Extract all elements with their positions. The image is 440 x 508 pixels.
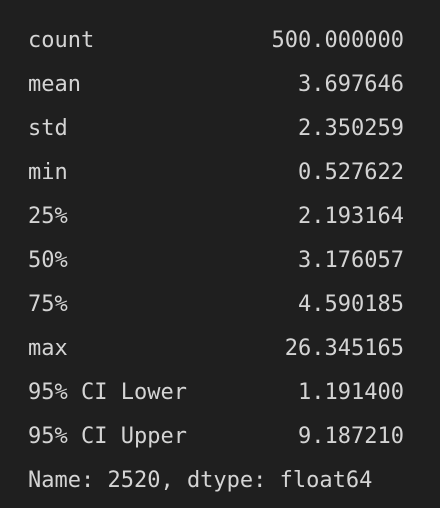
series-footer: Name: 2520, dtype: float64 <box>28 467 373 493</box>
stat-value: 3.176057 <box>298 247 404 273</box>
stat-value: 1.191400 <box>298 379 404 405</box>
stat-row-std: std 2.350259 <box>28 106 404 150</box>
stat-row-mean: mean 3.697646 <box>28 62 404 106</box>
stat-label: 95% CI Upper <box>28 423 187 449</box>
stat-label: count <box>28 27 95 53</box>
stat-value: 2.350259 <box>298 115 404 141</box>
cell-output: count 500.000000 mean 3.697646 std 2.350… <box>28 18 404 502</box>
stat-value: 500.000000 <box>271 27 404 53</box>
stat-label: 50% <box>28 247 68 273</box>
stat-label: max <box>28 335 68 361</box>
stat-label: 95% CI Lower <box>28 379 187 405</box>
stat-row-75: 75% 4.590185 <box>28 282 404 326</box>
stat-row-ci-lower: 95% CI Lower 1.191400 <box>28 370 404 414</box>
stat-row-min: min 0.527622 <box>28 150 404 194</box>
stat-label: mean <box>28 71 81 97</box>
stat-label: std <box>28 115 68 141</box>
stat-value: 26.345165 <box>284 335 404 361</box>
stat-row-max: max 26.345165 <box>28 326 404 370</box>
stat-value: 9.187210 <box>298 423 404 449</box>
stat-label: min <box>28 159 68 185</box>
stat-value: 2.193164 <box>298 203 404 229</box>
stat-value: 3.697646 <box>298 71 404 97</box>
stat-value: 4.590185 <box>298 291 404 317</box>
stat-row-ci-upper: 95% CI Upper 9.187210 <box>28 414 404 458</box>
stat-row-50: 50% 3.176057 <box>28 238 404 282</box>
stat-row-25: 25% 2.193164 <box>28 194 404 238</box>
stat-label: 75% <box>28 291 68 317</box>
stat-row-count: count 500.000000 <box>28 18 404 62</box>
stat-label: 25% <box>28 203 68 229</box>
stat-value: 0.527622 <box>298 159 404 185</box>
